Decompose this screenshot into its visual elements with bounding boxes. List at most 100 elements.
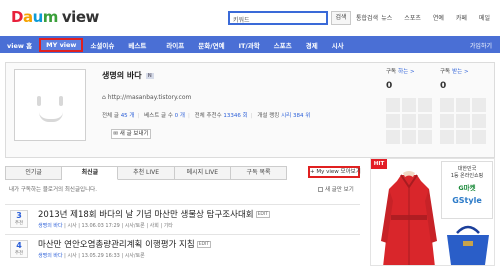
nav-item-current[interactable]: 시사: [325, 40, 351, 50]
blog-url[interactable]: ⌂ http://masanbay.tistory.com: [102, 94, 191, 101]
ad-logo-box: 대한민국 1등 온라인쇼핑 G마켓 GStyle: [441, 161, 493, 219]
blog-profile: 생명의 바다 N ⌂ http://masanbay.tistory.com 전체…: [5, 62, 495, 158]
send-message-label: 새 글 보내기: [119, 131, 149, 137]
tab-latest[interactable]: 최신글: [62, 166, 119, 180]
logo-u: u: [32, 8, 44, 26]
header: Daum view 키워드 검색 통합검색 뉴스 스포츠 연예 카페 메일: [0, 0, 500, 36]
stat-total-label: 전체 글: [102, 113, 119, 119]
top-links: 뉴스 스포츠 연예 카페 메일: [381, 13, 490, 22]
my-view-collect-button[interactable]: + My view 모아보기: [308, 166, 361, 178]
logo-view: view: [61, 8, 99, 26]
subscribing-count: 0: [386, 81, 393, 91]
subscription-panel: 구독 하는 > 0 구독 받는 > 0: [386, 67, 490, 155]
post-meta: 생명의 바다 | 시사 | 13.05.29 16:33 | 시사/토론: [38, 253, 145, 259]
main-nav: view 홈 MY view 소셜이슈 베스트 라이프 문화/연예 IT/과학 …: [0, 36, 500, 53]
content-tabs: 인기글 최신글 추천 LIVE 메시지 LIVE 구독 목록: [5, 166, 360, 180]
gmarket-logo: G마켓: [458, 184, 476, 192]
tab-message-live[interactable]: 메시지 LIVE: [174, 166, 231, 180]
edit-tag: EDIT: [196, 241, 212, 248]
subscribers-link[interactable]: 받는 >: [452, 69, 468, 75]
signup-link[interactable]: 가입하기: [470, 41, 492, 50]
blog-stats: 전체 글 45 개 | 베스트 글 수 0 개 | 전체 추천수 13346 회 | …: [102, 113, 311, 119]
nav-item-economy[interactable]: 경제: [299, 40, 325, 50]
stat-rank: 시리 384 위: [281, 113, 311, 119]
ad-line1: 대한민국: [457, 166, 477, 172]
stat-views-label: 전체 추천수: [194, 113, 222, 119]
avatar: [14, 69, 86, 141]
recommend-label: 추천: [14, 221, 24, 226]
post-author[interactable]: 생명의 바다: [38, 253, 63, 259]
blog-name[interactable]: 생명의 바다 N: [102, 70, 154, 81]
subscribing-column: 구독 하는 > 0: [386, 67, 434, 144]
stat-total: 45 개: [120, 113, 135, 119]
edit-tag: EDIT: [255, 211, 270, 218]
recommend-count-box: 3 추천: [10, 210, 28, 228]
recommend-count: 3: [16, 211, 22, 220]
nav-item-best[interactable]: 베스트: [121, 40, 153, 50]
post-extra: 시사/토론 | 사회 | 기타: [124, 223, 173, 229]
logo-a: a: [22, 8, 33, 26]
list-description: 내가 구독하는 블로거의 최신글입니다.: [9, 187, 97, 193]
stat-best: 0 개: [174, 113, 185, 119]
nav-item-life[interactable]: 라이프: [159, 40, 191, 50]
post-category: 시사: [67, 223, 77, 229]
advertisement[interactable]: HIT 대한민국 1등 온라인쇼핑 G마켓 GStyle: [370, 158, 495, 266]
top-link-entertainment[interactable]: 연예: [433, 13, 444, 22]
nav-item-my-view[interactable]: MY view: [39, 37, 84, 52]
daum-view-logo[interactable]: Daum view: [11, 8, 99, 26]
checkbox[interactable]: [318, 187, 323, 192]
blog-name-text: 생명의 바다: [102, 71, 142, 80]
top-link-mail[interactable]: 메일: [479, 13, 490, 22]
stat-views: 13346 회: [223, 113, 248, 119]
blue-bag-image: [447, 225, 489, 265]
post-time: 13.05.29 16:33: [81, 253, 120, 259]
blog-url-text: http://masanbay.tistory.com: [107, 94, 192, 101]
search-button[interactable]: 검색: [331, 11, 351, 25]
list-item[interactable]: 3 추천 2013년 제18회 바다의 날 기념 마산만 생물상 탐구조사대회 E…: [5, 204, 360, 232]
nav-item-view-home[interactable]: view 홈: [0, 40, 39, 50]
subscribers-count: 0: [440, 81, 447, 91]
post-title[interactable]: 2013년 제18회 바다의 날 기념 마산만 생물상 탐구조사대회 EDIT: [38, 208, 270, 220]
unified-search-link[interactable]: 통합검색: [356, 13, 378, 22]
top-link-cafe[interactable]: 카페: [456, 13, 467, 22]
post-category: 시사: [67, 253, 77, 259]
hit-badge: HIT: [371, 159, 387, 169]
search-input[interactable]: 키워드: [228, 11, 328, 25]
tab-popular[interactable]: 인기글: [5, 166, 63, 180]
recommend-count: 4: [16, 241, 22, 250]
nav-item-social[interactable]: 소셜이슈: [83, 40, 121, 50]
red-coat-image: [381, 171, 437, 265]
top-link-news[interactable]: 뉴스: [381, 13, 392, 22]
post-title[interactable]: 마산만 연안오염총량관리계획 이행평가 지침 EDIT: [38, 238, 212, 250]
post-meta: 생명의 바다 | 시사 | 13.06.03 17:29 | 시사/토론 | 사…: [38, 223, 173, 229]
subscribers-title: 구독 받는 >: [440, 69, 469, 75]
subscribers-grid: [440, 98, 488, 144]
subscribing-title: 구독 하는 >: [386, 69, 415, 75]
new-only-label: 새 글만 보기: [325, 187, 354, 193]
subscribing-link[interactable]: 하는 >: [398, 69, 414, 75]
logo-d: D: [11, 8, 23, 26]
ad-line2: 1등 온라인쇼핑: [450, 173, 484, 179]
top-link-sports[interactable]: 스포츠: [404, 13, 421, 22]
gstyle-logo: GStyle: [452, 196, 482, 205]
nav-item-sports[interactable]: 스포츠: [267, 40, 299, 50]
send-message-button[interactable]: ✉ 새 글 보내기: [111, 129, 151, 139]
list-item[interactable]: 4 추천 마산만 연안오염총량관리계획 이행평가 지침 EDIT 생명의 바다 |…: [5, 234, 360, 262]
nav-item-it[interactable]: IT/과학: [232, 40, 267, 50]
post-time: 13.06.03 17:29: [81, 223, 120, 229]
stat-best-label: 베스트 글 수: [144, 113, 173, 119]
nav-item-culture[interactable]: 문화/연예: [191, 40, 231, 50]
recommend-count-box: 4 추천: [10, 240, 28, 258]
logo-m: m: [42, 8, 59, 26]
subscribing-grid: [386, 98, 434, 144]
stat-rank-label: 개설 랭킹: [257, 113, 280, 119]
post-extra: 시사/토론: [124, 253, 145, 259]
post-author[interactable]: 생명의 바다: [38, 223, 63, 229]
new-only-toggle[interactable]: 새 글만 보기: [318, 185, 354, 193]
recommend-label: 추천: [14, 251, 24, 256]
tab-recommend-live[interactable]: 추천 LIVE: [118, 166, 175, 180]
avatar-eye-left: [37, 96, 41, 106]
tab-subscription-list[interactable]: 구독 목록: [230, 166, 288, 180]
new-badge: N: [145, 72, 154, 79]
avatar-mouth: [39, 112, 63, 122]
